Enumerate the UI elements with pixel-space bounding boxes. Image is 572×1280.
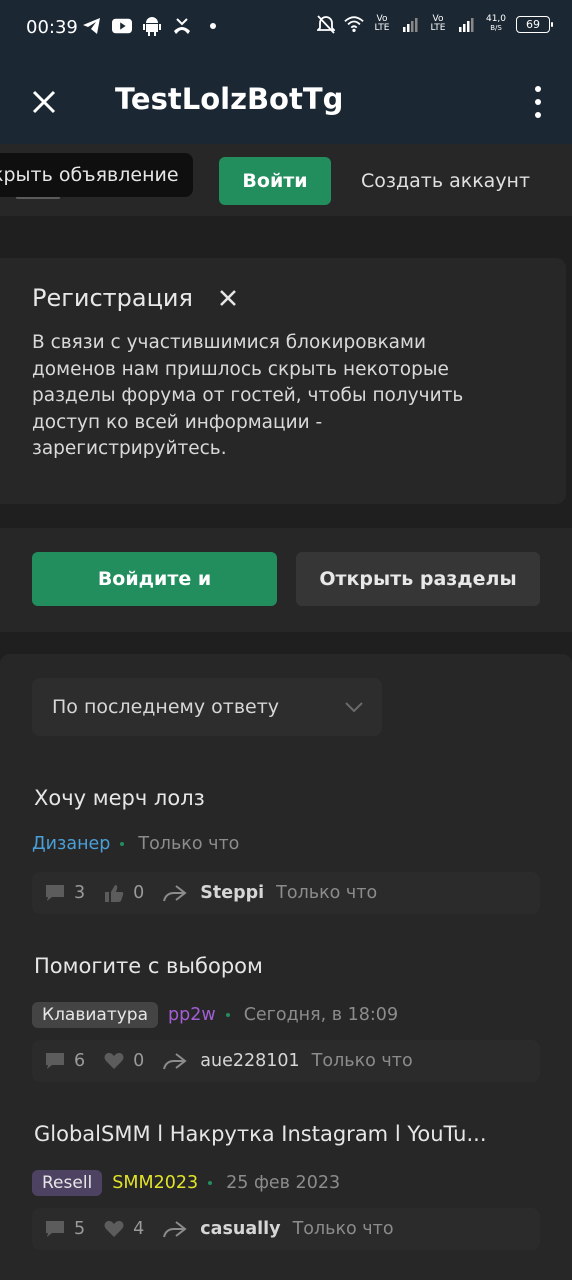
last-reply-time: Только что (276, 883, 378, 903)
thread-item[interactable]: Помогите с выбором Клавиатура pp2w Сегод… (0, 954, 572, 1114)
thread-prefix-tag[interactable]: Resell (32, 1170, 103, 1196)
registration-title: Регистрация (32, 284, 193, 312)
kebab-dot (535, 86, 541, 92)
thread-list: По последнему ответу Хочу мерч лолз Диза… (0, 654, 572, 1280)
youtube-icon (112, 16, 132, 36)
thread-author[interactable]: SMM2023 (112, 1173, 198, 1193)
mute-bell-icon (316, 14, 336, 34)
separator-dot (225, 1013, 230, 1017)
last-replier[interactable]: aue228101 (200, 1051, 299, 1071)
battery-icon: 69 (516, 15, 553, 33)
more-menu-button[interactable] (532, 86, 544, 118)
thread-author[interactable]: pp2w (168, 1005, 216, 1025)
sort-selected: По последнему ответу (52, 696, 280, 718)
sort-dropdown[interactable]: По последнему ответу (32, 678, 382, 736)
more-notifications-icon (210, 23, 216, 29)
last-replier[interactable]: Steppi (200, 883, 264, 903)
like-count: 0 (133, 883, 145, 903)
android-icon (142, 16, 162, 36)
thread-prefix-tag[interactable]: Клавиатура (32, 1002, 159, 1028)
login-button[interactable]: Войти (219, 157, 331, 205)
thread-title[interactable]: GlobalSMM l Накрутка Instagram l YouTu..… (34, 1122, 487, 1146)
heart-icon (104, 1052, 124, 1069)
telegram-icon (82, 16, 102, 36)
system-icons: Vo LTE Vo LTE 41,0 B/S 69 (316, 14, 553, 34)
kebab-dot (535, 112, 541, 118)
app-title: TestLolzBotTg (115, 82, 344, 116)
wifi-icon (344, 14, 364, 34)
close-icon (32, 90, 56, 114)
heart-icon (104, 1220, 124, 1237)
create-account-link[interactable]: Создать аккаунт (361, 170, 530, 192)
volte2-label: Vo LTE (430, 14, 446, 33)
thread-author[interactable]: Дизанер (32, 834, 110, 854)
last-replier[interactable]: casually (200, 1219, 280, 1239)
comment-icon (46, 885, 64, 901)
last-reply-time: Только что (311, 1051, 413, 1071)
like-count: 4 (133, 1219, 145, 1239)
chevron-down-icon (345, 702, 363, 713)
last-reply-time: Только что (292, 1219, 394, 1239)
thumbs-up-icon (105, 885, 124, 902)
thread-meta: Resell SMM2023 25 фев 2023 (32, 1170, 340, 1196)
signal2-icon (456, 14, 476, 34)
thread-title[interactable]: Хочу мерч лолз (34, 786, 205, 810)
thread-meta: Дизанер Только что (32, 834, 239, 854)
net-speed-value: 41,0 (485, 14, 507, 24)
kebab-dot (535, 99, 541, 105)
signal1-icon (400, 14, 420, 34)
battery-level: 69 (526, 17, 540, 31)
reply-arrow-icon (163, 885, 187, 902)
close-icon (220, 290, 236, 306)
thread-stats: 3 0 Steppi Только что (32, 872, 540, 914)
thread-title[interactable]: Помогите с выбором (34, 954, 263, 978)
volte1-label: Vo LTE (374, 14, 390, 33)
like-count: 0 (133, 1051, 145, 1071)
thread-item[interactable]: Хочу мерч лолз Дизанер Только что 3 0 St… (0, 786, 572, 946)
tooltip-text: крыть объявление (0, 164, 179, 186)
open-sections-button[interactable]: Открыть разделы (296, 552, 540, 606)
reply-count: 5 (74, 1219, 86, 1239)
thread-stats: 6 0 aue228101 Только что (32, 1040, 540, 1082)
hide-announcement-tooltip[interactable]: крыть объявление (0, 153, 193, 197)
reply-count: 6 (74, 1051, 86, 1071)
net-speed-unit: B/S (490, 24, 502, 32)
registration-text: В связи с участившимися блокировками дом… (32, 332, 464, 459)
comment-icon (46, 1221, 64, 1237)
thread-time: 25 фев 2023 (226, 1173, 341, 1193)
thread-stats: 5 4 casually Только что (32, 1208, 540, 1250)
thread-time: Сегодня, в 18:09 (243, 1005, 399, 1025)
net-speed: 41,0 B/S (484, 15, 508, 33)
close-button[interactable] (30, 88, 58, 116)
registration-notice: Регистрация В связи с участившимися блок… (0, 258, 566, 504)
status-time: 00:39 (26, 17, 78, 38)
action-buttons: Войдите и Открыть разделы (0, 528, 572, 632)
login-and-open-button[interactable]: Войдите и (32, 552, 277, 606)
reply-arrow-icon (163, 1053, 187, 1070)
forum-header: крыть объявление Войти Создать аккаунт (0, 144, 572, 216)
status-bar: 00:39 Vo LTE Vo LTE 41,0 B/S 69 (0, 0, 572, 58)
comment-icon (46, 1053, 64, 1069)
missed-call-icon (172, 16, 192, 36)
app-bar: TestLolzBotTg (0, 58, 572, 144)
thread-item[interactable]: GlobalSMM l Накрутка Instagram l YouTu..… (0, 1122, 572, 1280)
reply-count: 3 (74, 883, 86, 903)
separator-dot (120, 842, 125, 846)
reply-arrow-icon (163, 1221, 187, 1238)
thread-time: Только что (138, 834, 240, 854)
notification-icons (82, 16, 216, 36)
dismiss-notice-button[interactable] (218, 288, 238, 308)
separator-dot (208, 1181, 213, 1185)
thread-meta: Клавиатура pp2w Сегодня, в 18:09 (32, 1002, 398, 1028)
